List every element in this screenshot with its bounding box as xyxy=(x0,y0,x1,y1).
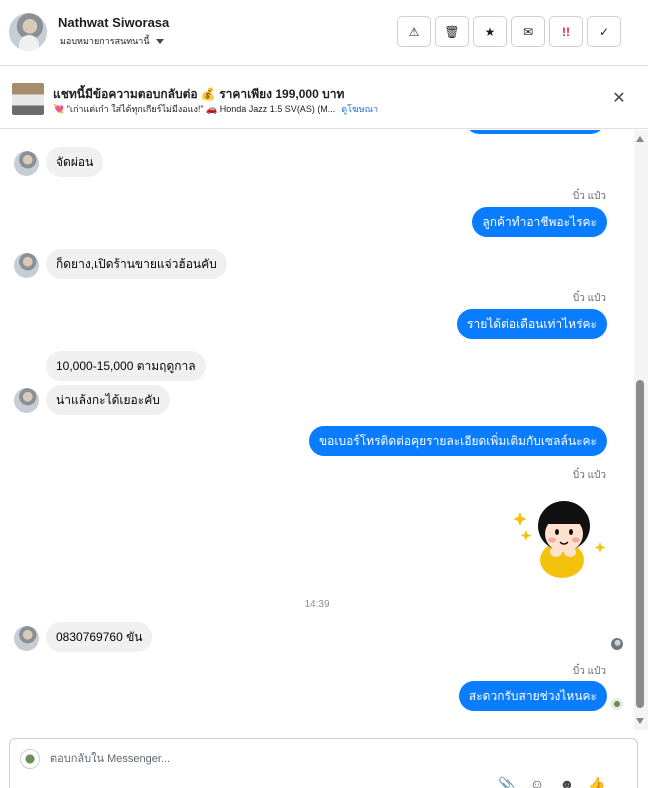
contact-avatar[interactable] xyxy=(9,13,47,51)
mark-spam-button[interactable]: ⚠ xyxy=(397,16,431,47)
contact-name[interactable]: Nathwat Siworasa xyxy=(58,15,169,30)
trash-icon: 🗑 xyxy=(444,24,460,39)
incoming-message[interactable]: จัดผ่อน xyxy=(46,147,104,177)
composer-toolbar: 📎 ☺ ☻ 👍 xyxy=(498,777,606,788)
star-button[interactable]: ★ xyxy=(473,16,507,47)
page-avatar xyxy=(20,749,40,769)
sender-name: บิ๋ว แป๋ว xyxy=(572,470,606,481)
incoming-message[interactable]: น่าแล้งกะได้เยอะคับ xyxy=(46,385,170,415)
ad-context-bar: แชทนี้มีข้อความตอบกลับต่อ 💰 ราคาเพียง 19… xyxy=(0,67,648,129)
contact-avatar-small xyxy=(14,151,39,176)
checkmark-icon: ✓ xyxy=(598,24,610,39)
seen-avatar xyxy=(611,638,623,650)
mark-unread-button[interactable]: ✉ xyxy=(511,16,545,47)
incoming-message[interactable]: 0830769760 ขัน xyxy=(46,622,153,652)
outgoing-message[interactable]: ลูกค้าทำอาชีพอะไรคะ xyxy=(472,207,607,237)
message-timestamp: 14:39 xyxy=(304,599,330,610)
saved-reply-icon[interactable]: ☻ xyxy=(558,777,576,788)
scroll-down-arrow[interactable] xyxy=(636,718,644,724)
conversation-header: Nathwat Siworasa มอบหมายการสนทนานี้ ⚠ 🗑 … xyxy=(0,0,648,66)
girl-sticker[interactable] xyxy=(512,490,607,580)
reply-composer: 📎 ☺ ☻ 👍 xyxy=(9,738,638,788)
assign-conversation-dropdown[interactable]: มอบหมายการสนทนานี้ xyxy=(60,34,164,48)
sender-name: บิ๋ว แป๋ว xyxy=(572,666,606,677)
reply-input[interactable] xyxy=(50,751,450,767)
outgoing-bubble-partial xyxy=(465,130,605,134)
contact-avatar-small xyxy=(14,626,39,651)
warning-icon: ⚠ xyxy=(408,24,420,39)
incoming-message[interactable]: 10,000-15,000 ตามฤดูกาล xyxy=(46,351,206,381)
thumbs-up-icon[interactable]: 👍 xyxy=(588,777,606,788)
read-receipt-avatar xyxy=(611,698,623,710)
view-ad-link[interactable]: ดูโฆษณา xyxy=(341,104,378,114)
conversation-actions: ⚠ 🗑 ★ ✉ !! ✓ xyxy=(397,16,621,47)
ad-description: 💘 "เก่าแต่เก๋า ใส่ได้ทุกเกียร์ไม่มีงอแง!… xyxy=(53,104,336,114)
delete-button[interactable]: 🗑 xyxy=(435,16,469,47)
message-thread[interactable]: จัดผ่อน บิ๋ว แป๋ว ลูกค้าทำอาชีพอะไรคะ ก็… xyxy=(0,130,634,730)
attachment-icon[interactable]: 📎 xyxy=(498,777,516,788)
sender-name: บิ๋ว แป๋ว xyxy=(572,191,606,202)
incoming-message[interactable]: ก็ดยาง,เปิดร้านขายแจ่วฮ้อนคับ xyxy=(46,249,227,279)
contact-avatar-small xyxy=(14,253,39,278)
outgoing-message[interactable]: ขอเบอร์โทรติดต่อคุยรายละเอียดเพิ่มเติมกั… xyxy=(308,426,607,456)
star-icon: ★ xyxy=(484,24,496,39)
emoji-icon[interactable]: ☺ xyxy=(528,777,546,788)
mark-done-button[interactable]: ✓ xyxy=(587,16,621,47)
sender-name: บิ๋ว แป๋ว xyxy=(572,293,606,304)
contact-avatar-small xyxy=(14,388,39,413)
outgoing-message[interactable]: รายได้ต่อเดือนเท่าไหร่คะ xyxy=(457,309,607,339)
outgoing-message[interactable]: สะดวกรับสายช่วงไหนคะ xyxy=(458,681,607,711)
close-icon[interactable]: ✕ xyxy=(610,90,628,108)
assign-label: มอบหมายการสนทนานี้ xyxy=(60,36,150,46)
ad-subtitle: 💘 "เก่าแต่เก๋า ใส่ได้ทุกเกียร์ไม่มีงอแง!… xyxy=(53,102,378,116)
important-button[interactable]: !! xyxy=(549,16,583,47)
scroll-up-arrow[interactable] xyxy=(636,136,644,142)
double-exclamation-icon: !! xyxy=(562,24,570,39)
ad-thumbnail[interactable] xyxy=(12,83,44,115)
envelope-icon: ✉ xyxy=(522,24,534,39)
scrollbar-thumb[interactable] xyxy=(636,380,644,708)
chevron-down-icon xyxy=(155,38,164,44)
